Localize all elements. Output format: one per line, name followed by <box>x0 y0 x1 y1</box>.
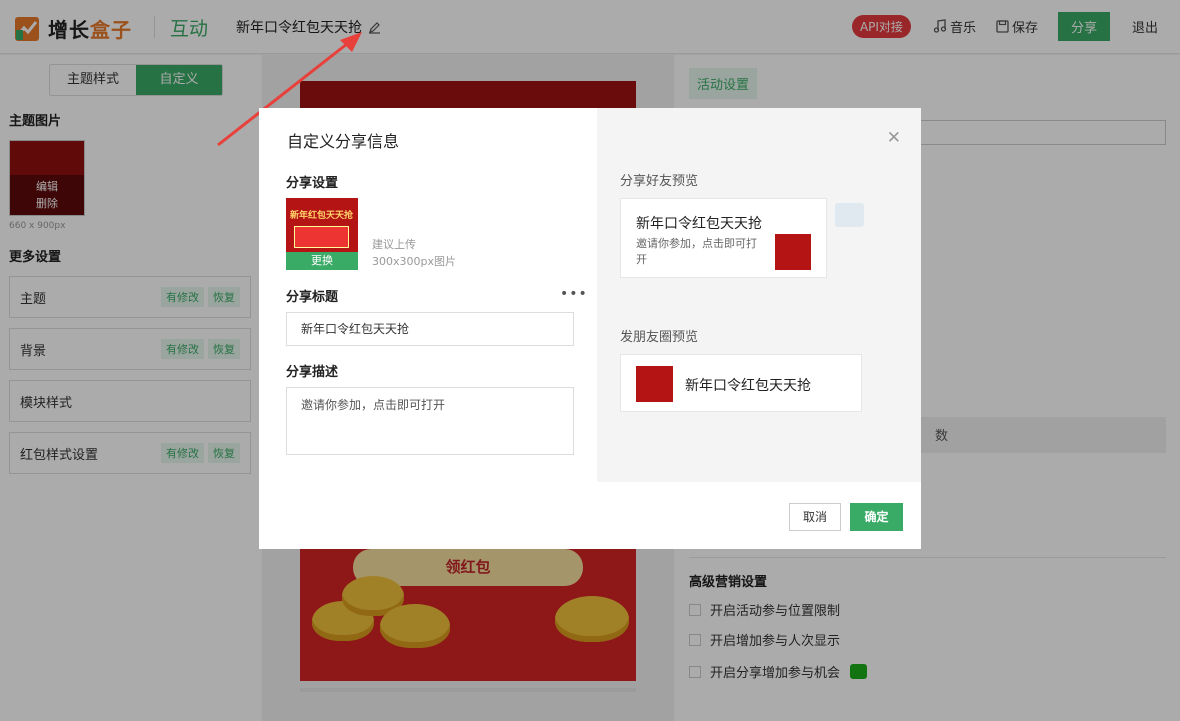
close-icon[interactable]: ✕ <box>887 128 901 148</box>
share-image[interactable]: 新年红包天天抢 更换 <box>286 198 358 270</box>
friend-preview-card: 新年口令红包天天抢 邀请你参加，点击即可打开 <box>620 198 827 278</box>
change-image-button[interactable]: 更换 <box>286 252 358 270</box>
share-preview-panel: 分享好友预览 新年口令红包天天抢 邀请你参加，点击即可打开 发朋友圈预览 新年口… <box>597 108 921 482</box>
share-settings-label: 分享设置 <box>286 176 339 191</box>
share-title-label: 分享标题 <box>286 290 339 305</box>
upload-hint: 建议上传300x300px图片 <box>372 238 456 268</box>
share-desc-label: 分享描述 <box>286 365 339 380</box>
friend-preview-label: 分享好友预览 <box>620 174 699 189</box>
more-options-icon[interactable]: ••• <box>560 286 588 302</box>
moments-preview-card: 新年口令红包天天抢 <box>620 354 862 412</box>
friend-card-desc: 邀请你参加，点击即可打开 <box>636 237 757 266</box>
share-desc-textarea[interactable]: 邀请你参加，点击即可打开 <box>286 387 574 455</box>
share-info-dialog: 自定义分享信息 分享设置 新年红包天天抢 更换 建议上传300x300px图片 … <box>259 108 921 549</box>
share-image-title: 新年红包天天抢 <box>290 211 354 221</box>
share-title-input[interactable]: 新年口令红包天天抢 <box>286 312 574 346</box>
friend-card-title: 新年口令红包天天抢 <box>636 216 762 232</box>
friend-card-image <box>775 234 811 270</box>
moments-card-image <box>636 366 673 402</box>
moments-card-title: 新年口令红包天天抢 <box>685 378 811 394</box>
moments-preview-label: 发朋友圈预览 <box>620 330 699 345</box>
dialog-title: 自定义分享信息 <box>287 132 400 151</box>
share-settings-form: 自定义分享信息 分享设置 新年红包天天抢 更换 建议上传300x300px图片 … <box>259 108 597 482</box>
confirm-button[interactable]: 确定 <box>850 503 903 531</box>
avatar <box>835 203 864 227</box>
cancel-button[interactable]: 取消 <box>789 503 841 531</box>
redpacket-graphic <box>294 226 349 248</box>
